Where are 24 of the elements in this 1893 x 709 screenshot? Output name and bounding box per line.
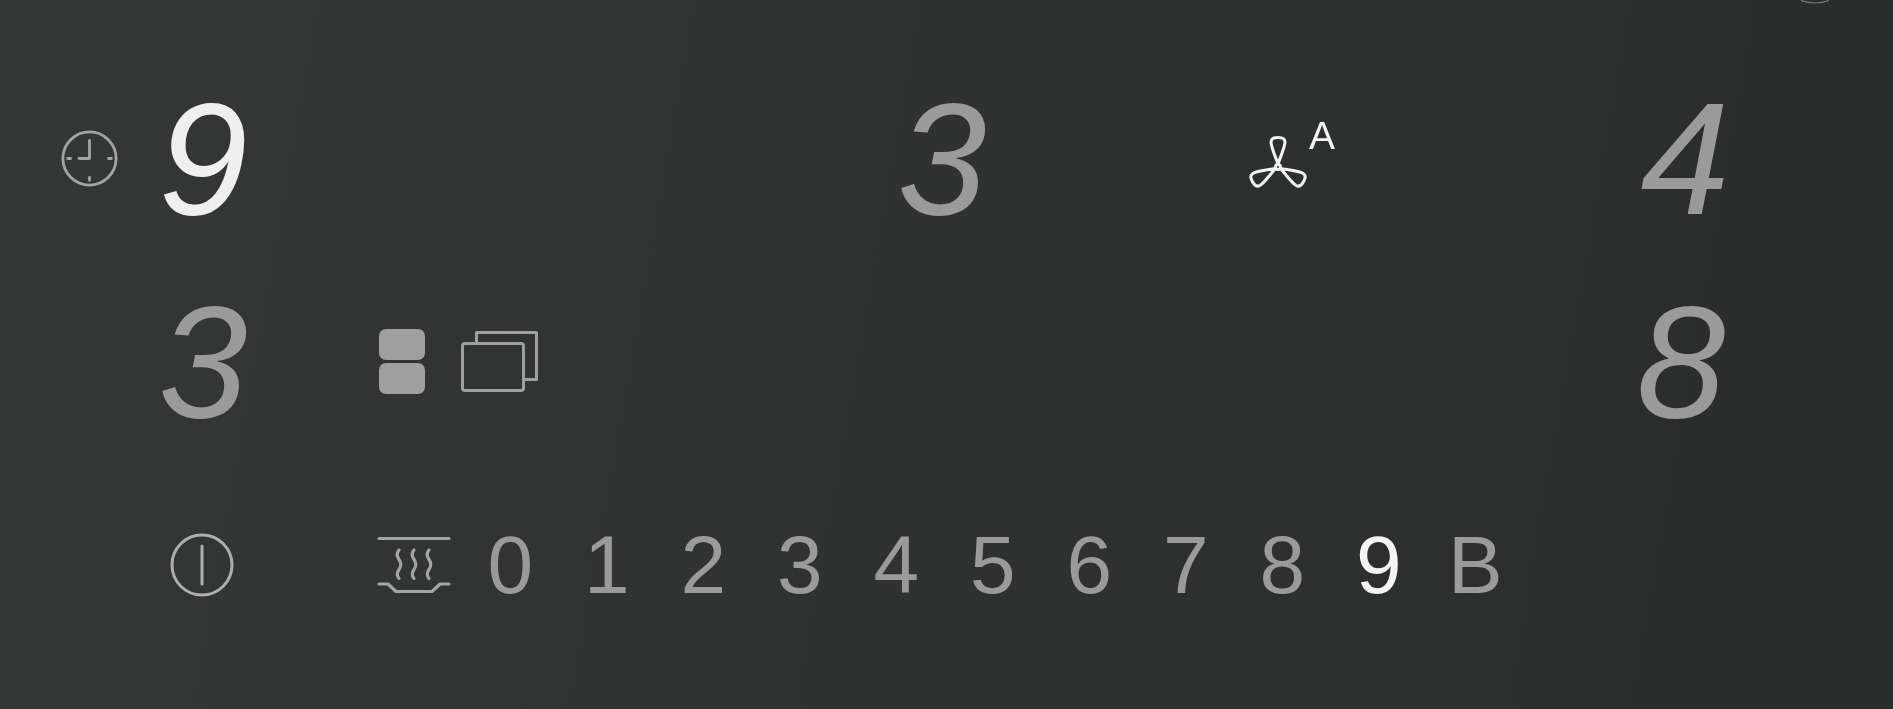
power-level-option[interactable]: 6 [1064,531,1115,598]
zone-digit: 3 [896,94,988,223]
power-level-option[interactable]: 1 [581,531,632,598]
stacked-squares-icon[interactable] [379,329,425,394]
power-icon[interactable] [170,532,234,597]
timer-digit: 9 [157,94,249,223]
zone-digit: 8 [1635,297,1727,426]
zone-digit: 3 [157,297,249,426]
power-level-option[interactable]: 0 [485,531,536,598]
power-level-option[interactable]: 5 [967,531,1018,598]
plate-warming-icon[interactable] [377,535,451,594]
clock-icon[interactable] [61,130,118,187]
power-level-option[interactable]: 4 [871,531,922,598]
power-level-option[interactable]: 8 [1257,531,1308,598]
power-level-option[interactable]: 9 [1353,531,1404,598]
power-level-option[interactable]: 3 [774,531,825,598]
power-level-option[interactable]: 7 [1160,531,1211,598]
circle-outline-icon [1800,0,1830,4]
fan-icon [1247,134,1309,189]
overlapping-windows-icon[interactable] [461,331,538,392]
zone-digit: 4 [1639,94,1731,223]
power-level-option[interactable]: 2 [678,531,729,598]
power-level-option[interactable]: B [1445,531,1505,598]
fan-mode-button[interactable]: A [1247,116,1335,189]
